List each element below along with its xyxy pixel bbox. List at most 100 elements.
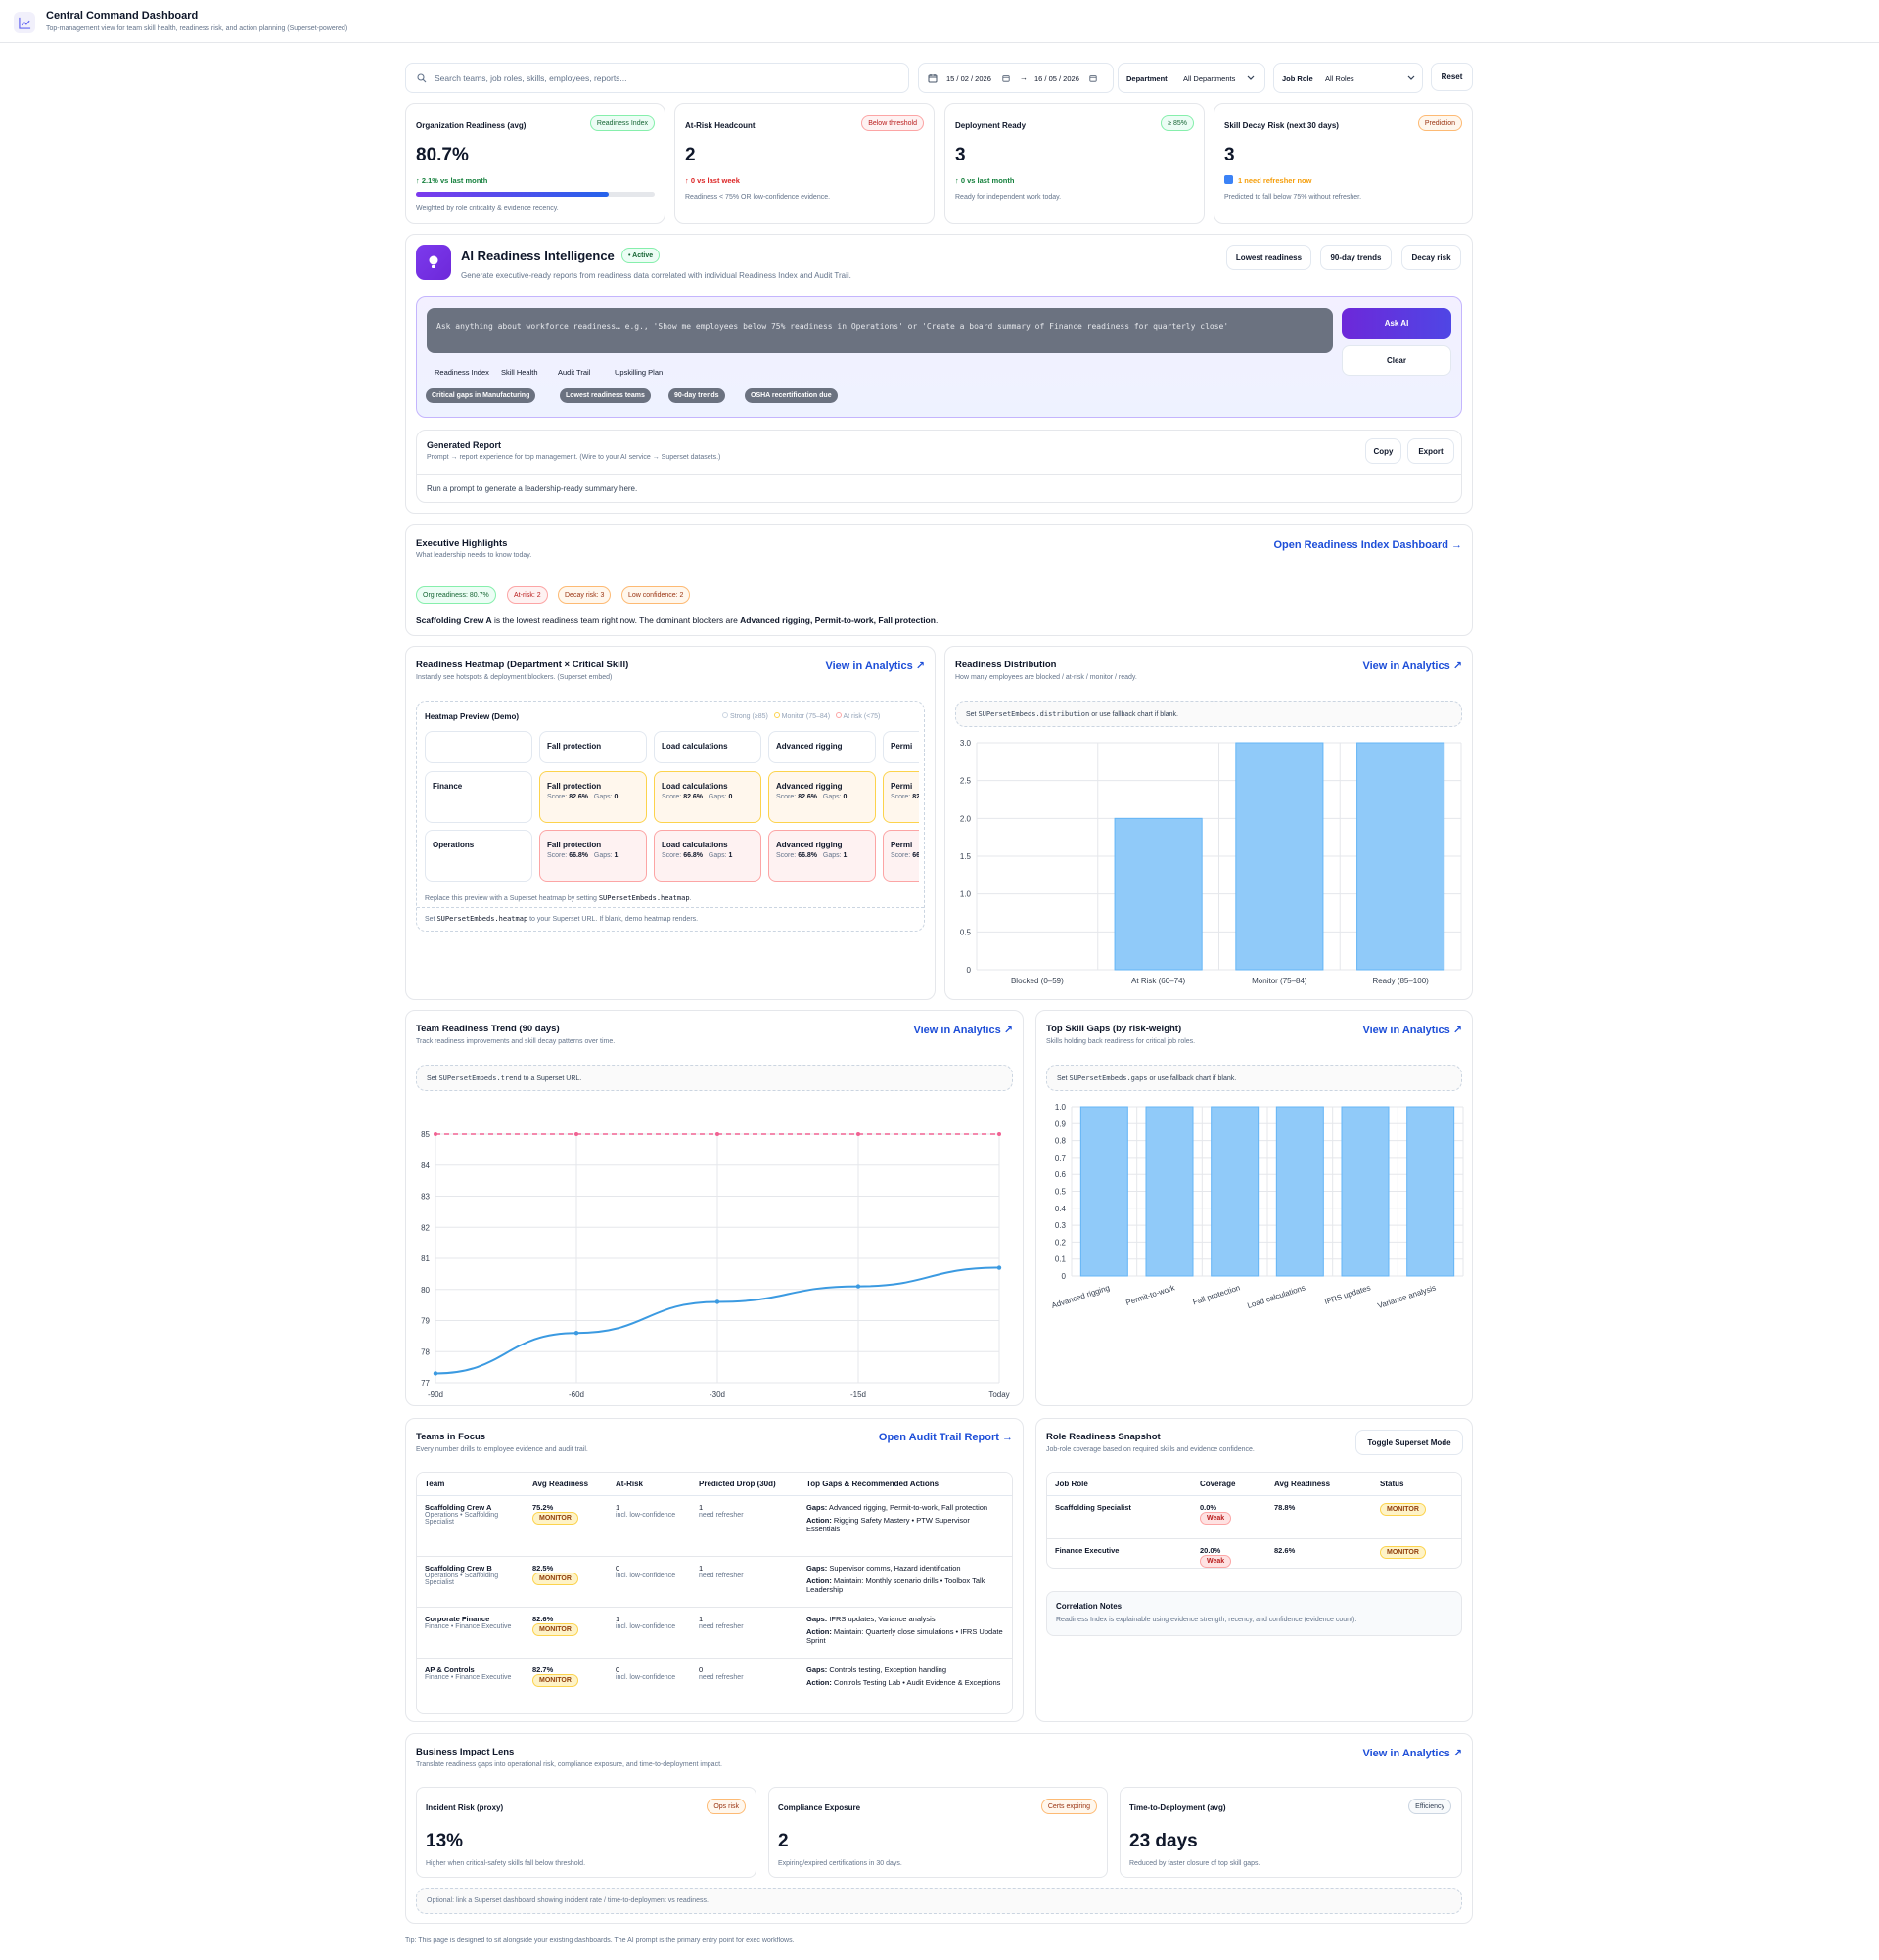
kpi-title: Organization Readiness (avg): [416, 121, 527, 130]
impact-analytics-link[interactable]: View in Analytics ↗: [1362, 1747, 1462, 1759]
roles-subtitle: Job-role coverage based on required skil…: [1046, 1446, 1255, 1453]
teams-subtitle: Every number drills to employee evidence…: [416, 1446, 588, 1453]
open-readiness-dashboard-link[interactable]: Open Readiness Index Dashboard →: [1273, 539, 1462, 551]
weak-badge: Weak: [1200, 1512, 1232, 1525]
quick-lowest-readiness-button[interactable]: Lowest readiness: [1226, 245, 1311, 270]
x-tick-label: Monitor (75–84): [1252, 977, 1307, 985]
skill-gaps-chart: 0 0.1 0.2 0.3 0.4 0.5 0.6 0.7 0.8 0.9 1.0 Advanced …: [1050, 1103, 1464, 1310]
gaps-analytics-link[interactable]: View in Analytics ↗: [1362, 1024, 1462, 1036]
impact-time-to-deployment[interactable]: Time-to-Deployment (avg) Efficiency 23 d…: [1120, 1787, 1462, 1878]
kpi-card-decay[interactable]: Skill Decay Risk (next 30 days) Predicti…: [1214, 103, 1473, 224]
col-avg: Avg Readiness: [525, 1473, 608, 1496]
source-audit-trail[interactable]: Audit Trail: [558, 368, 590, 377]
ai-panel: AI Readiness Intelligence • Active Gener…: [405, 234, 1473, 514]
quick-90-day-trends-button[interactable]: 90-day trends: [1320, 245, 1392, 270]
distribution-chart: 0 0.5 1.0 1.5 2.0 2.5 3.0 Blocked (0–59) At Risk…: [960, 739, 1462, 985]
heatmap-cell[interactable]: PermiScore: 82.6%: [883, 771, 919, 823]
distribution-analytics-link[interactable]: View in Analytics ↗: [1362, 660, 1462, 672]
kpi-note: Readiness < 75% OR low-confidence eviden…: [685, 194, 831, 201]
table-row[interactable]: Finance Executive 20.0% Weak 82.6% MONITO…: [1047, 1539, 1461, 1568]
toggle-superset-mode-button[interactable]: Toggle Superset Mode: [1355, 1430, 1463, 1455]
y-tick-label: 1.0: [960, 890, 972, 899]
copy-button[interactable]: Copy: [1365, 438, 1401, 464]
x-tick-label: IFRS updates: [1323, 1283, 1371, 1306]
impact-value: 13%: [426, 1831, 464, 1851]
gaps-title: Top Skill Gaps (by risk-weight): [1046, 1024, 1182, 1034]
heatmap-note: Replace this preview with a Superset hea…: [425, 894, 692, 902]
heatmap-analytics-link[interactable]: View in Analytics ↗: [825, 660, 925, 672]
y-tick-label: 83: [421, 1193, 430, 1202]
y-tick-label: 82: [421, 1223, 430, 1232]
y-tick-label: 79: [421, 1317, 430, 1326]
bar: [1211, 1106, 1260, 1277]
x-tick-label: -90d: [428, 1390, 443, 1399]
heatmap-cell[interactable]: Advanced rigging Score: 66.8% Gaps: 1: [768, 830, 876, 882]
impact-note: Reduced by faster closure of top skill g…: [1129, 1860, 1260, 1867]
chip-osha-recertification[interactable]: OSHA recertification due: [745, 388, 838, 403]
kpi-tag: Readiness Index: [589, 115, 655, 131]
col-drop: Predicted Drop (30d): [691, 1473, 799, 1496]
impact-note: Higher when critical-safety skills fall …: [426, 1860, 586, 1867]
distribution-note: Set SUPersetEmbeds.distribution or use f…: [955, 701, 1462, 727]
source-skill-health[interactable]: Skill Health: [501, 368, 538, 377]
calendar-icon: [1089, 75, 1097, 82]
refresh-icon: [1224, 175, 1233, 184]
date-range[interactable]: 15 / 02 / 2026 → 16 / 05 / 2026: [918, 63, 1114, 93]
table-row[interactable]: Scaffolding Specialist 0.0% Weak 78.8% MO…: [1047, 1495, 1461, 1539]
kpi-title: At-Risk Headcount: [685, 121, 756, 130]
kpi-delta: ↑ 2.1% vs last month: [416, 176, 488, 185]
kpi-card-readiness[interactable]: Organization Readiness (avg) Readiness I…: [405, 103, 665, 224]
heatmap-cell[interactable]: Load calculations Score: 66.8% Gaps: 1: [654, 830, 761, 882]
department-value[interactable]: All Departments: [1183, 74, 1235, 83]
search-box[interactable]: Search teams, job roles, skills, employe…: [405, 63, 909, 93]
kpi-note: Predicted to fall below 75% without refr…: [1224, 194, 1362, 201]
table-row[interactable]: Scaffolding Crew A Operations • Scaffoldi…: [417, 1495, 1012, 1557]
heatmap-col-header: Advanced rigging: [768, 731, 876, 763]
table-row[interactable]: Corporate Finance Finance • Finance Execu…: [417, 1607, 1012, 1659]
ask-ai-button[interactable]: Ask AI: [1342, 308, 1451, 339]
chip-lowest-readiness[interactable]: Lowest readiness teams: [560, 388, 651, 403]
quick-decay-risk-button[interactable]: Decay risk: [1401, 245, 1461, 270]
export-button[interactable]: Export: [1407, 438, 1454, 464]
heatmap-corner: [425, 731, 532, 763]
heatmap-cell[interactable]: Fall protection Score: 82.6% Gaps: 0: [539, 771, 647, 823]
ai-prompt-input[interactable]: Ask anything about workforce readiness… …: [427, 308, 1333, 353]
business-impact-card: Business Impact Lens Translate readiness…: [405, 1733, 1473, 1924]
impact-footer-note: Optional: link a Superset dashboard show…: [416, 1888, 1462, 1914]
table-row[interactable]: AP & Controls Finance • Finance Executive…: [417, 1659, 1012, 1709]
bar: [1341, 1106, 1390, 1277]
kpi-value: 3: [955, 145, 966, 165]
open-audit-trail-link[interactable]: Open Audit Trail Report →: [879, 1432, 1013, 1443]
heatmap-cell[interactable]: Fall protection Score: 66.8% Gaps: 1: [539, 830, 647, 882]
heatmap-cell[interactable]: Advanced rigging Score: 82.6% Gaps: 0: [768, 771, 876, 823]
app-title: Central Command Dashboard: [46, 10, 199, 22]
role-snapshot-card: Role Readiness Snapshot Job-role coverag…: [1035, 1418, 1473, 1722]
table-row[interactable]: Scaffolding Crew B Operations • Scaffoldi…: [417, 1556, 1012, 1608]
chip-90-day-trends[interactable]: 90-day trends: [668, 388, 725, 403]
y-tick-label: 78: [421, 1347, 430, 1356]
bar: [1235, 742, 1324, 971]
y-tick-label: 0: [1062, 1272, 1067, 1281]
distribution-title: Readiness Distribution: [955, 660, 1057, 670]
department-select[interactable]: Department All Departments: [1118, 63, 1265, 93]
source-readiness-index[interactable]: Readiness Index: [435, 368, 489, 377]
heatmap-footnote: Set SUPersetEmbeds.heatmap to your Super…: [425, 915, 699, 923]
heatmap-cell[interactable]: PermiScore: 66.8%: [883, 830, 919, 882]
impact-compliance-exposure[interactable]: Compliance Exposure Certs expiring 2 Exp…: [768, 1787, 1108, 1878]
clear-button[interactable]: Clear: [1342, 345, 1451, 376]
jobrole-select[interactable]: Job Role All Roles: [1273, 63, 1423, 93]
kpi-card-at-risk[interactable]: At-Risk Headcount Below threshold 2 ↑ 0 …: [674, 103, 935, 224]
y-tick-label: 0.5: [960, 928, 972, 936]
heatmap-cell[interactable]: Load calculations Score: 82.6% Gaps: 0: [654, 771, 761, 823]
reset-button[interactable]: Reset: [1431, 63, 1473, 91]
chip-critical-gaps[interactable]: Critical gaps in Manufacturing: [426, 388, 536, 403]
impact-incident-risk[interactable]: Incident Risk (proxy) Ops risk 13% Highe…: [416, 1787, 756, 1878]
source-upskilling-plan[interactable]: Upskilling Plan: [615, 368, 663, 377]
date-from[interactable]: 15 / 02 / 2026: [946, 74, 991, 83]
kpi-card-deployment[interactable]: Deployment Ready ≥ 85% 3 ↑ 0 vs last mon…: [944, 103, 1205, 224]
date-to[interactable]: 16 / 05 / 2026: [1034, 74, 1079, 83]
col-status: Status: [1372, 1473, 1461, 1496]
trend-analytics-link[interactable]: View in Analytics ↗: [913, 1024, 1013, 1036]
jobrole-value[interactable]: All Roles: [1325, 74, 1354, 83]
search-input[interactable]: Search teams, job roles, skills, employe…: [435, 73, 627, 83]
